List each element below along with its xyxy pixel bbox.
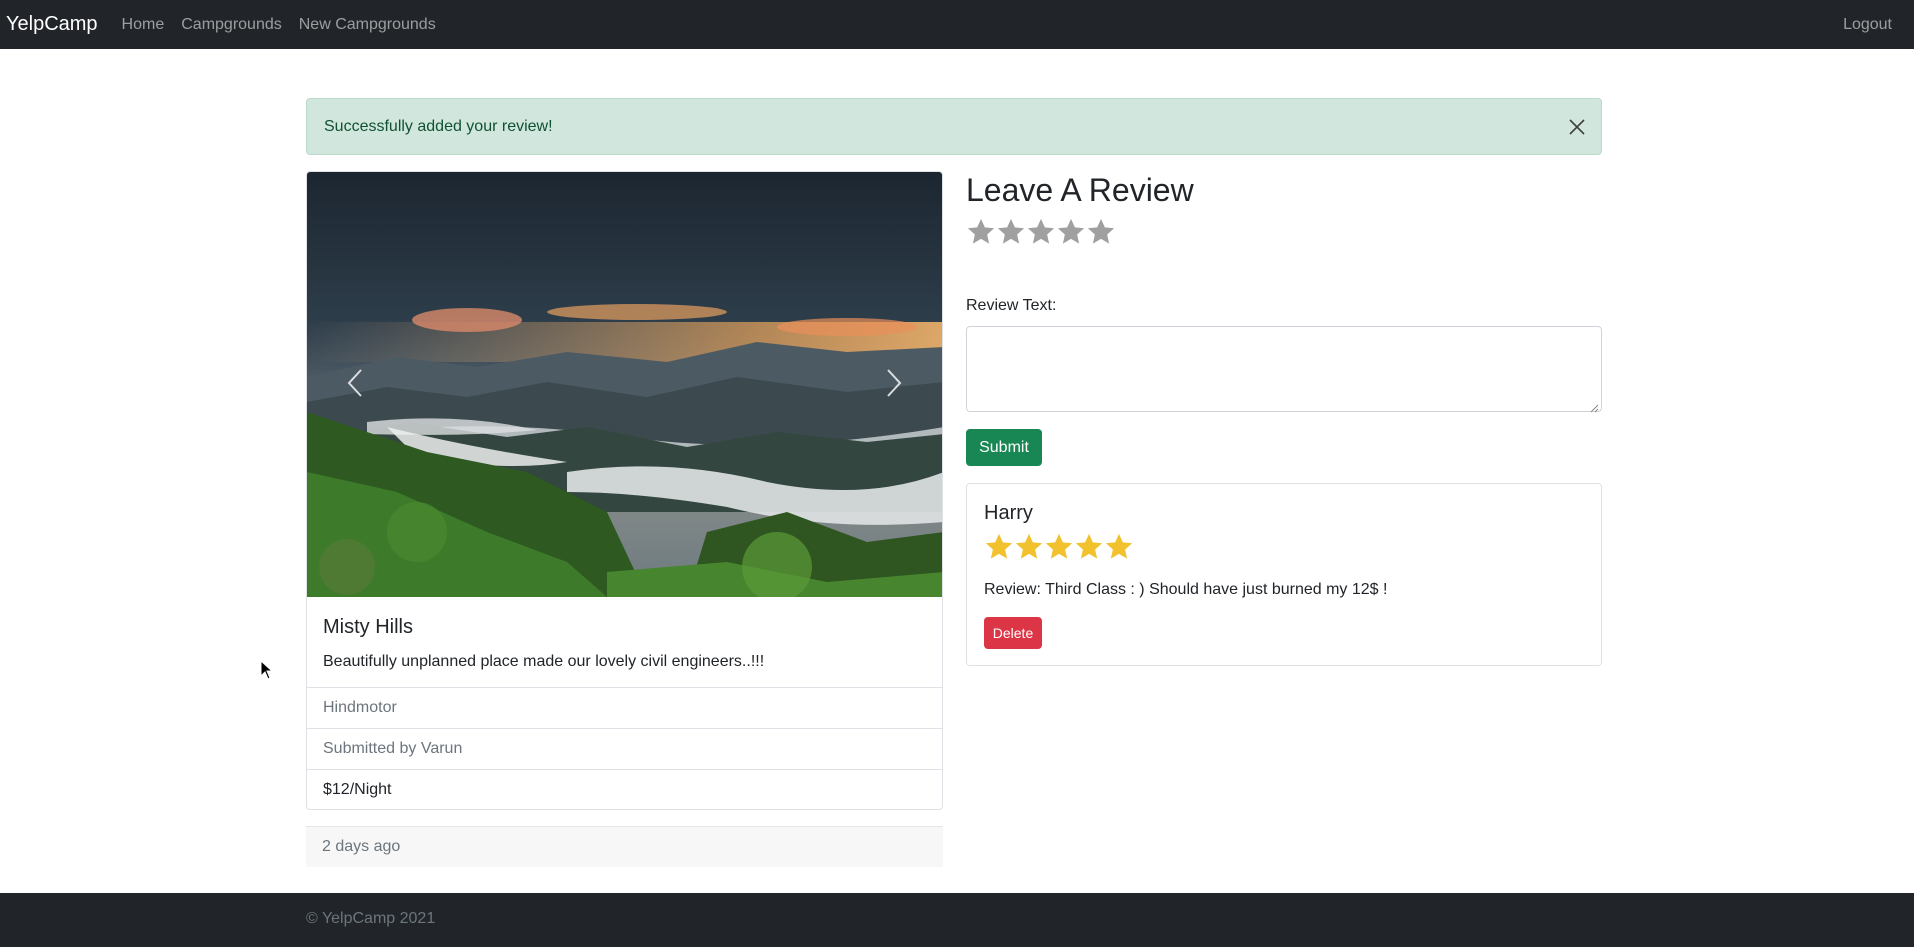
carousel-prev-button[interactable] (335, 357, 375, 409)
campground-author: Submitted by Varun (307, 728, 942, 769)
star-icon[interactable] (996, 217, 1026, 247)
review-text-input[interactable] (966, 326, 1602, 413)
star-icon[interactable] (1056, 217, 1086, 247)
alert-message: Successfully added your review! (324, 117, 553, 135)
card-footer: 2 days ago (306, 826, 943, 867)
star-filled-icon (1104, 532, 1134, 562)
close-icon[interactable] (1567, 117, 1587, 137)
star-filled-icon (1014, 532, 1044, 562)
footer-copyright: © YelpCamp 2021 (306, 910, 436, 927)
navbar: YelpCamp Home Campgrounds New Campground… (0, 0, 1914, 49)
review-text-label: Review Text: (966, 297, 1057, 314)
chevron-left-icon (346, 368, 364, 398)
star-icon[interactable] (1026, 217, 1056, 247)
review-body: Review: Third Class : ) Should have just… (984, 581, 1388, 598)
logout-link[interactable]: Logout (1843, 16, 1892, 34)
campground-photo (307, 172, 942, 597)
success-alert: Successfully added your review! (306, 98, 1602, 155)
rating-input[interactable] (966, 217, 1116, 247)
star-filled-icon (1044, 532, 1074, 562)
brand-link[interactable]: YelpCamp (6, 13, 98, 36)
star-filled-icon (984, 532, 1014, 562)
campground-title: Misty Hills (323, 616, 413, 638)
review-card: Harry Review: Third Class : ) Should hav… (966, 483, 1602, 666)
campground-price: $12/Night (307, 769, 942, 809)
nav-link-home[interactable]: Home (122, 16, 165, 34)
card-body: Misty Hills Beautifully unplanned place … (307, 597, 942, 687)
campground-location: Hindmotor (307, 687, 942, 728)
campground-description: Beautifully unplanned place made our lov… (323, 653, 765, 670)
resize-grip-icon[interactable] (1590, 400, 1599, 413)
nav-link-new-campgrounds[interactable]: New Campgrounds (299, 16, 436, 34)
nav-link-campgrounds[interactable]: Campgrounds (181, 16, 282, 34)
review-rating (984, 532, 1134, 562)
page-footer: © YelpCamp 2021 (0, 893, 1914, 947)
campground-card: Misty Hills Beautifully unplanned place … (306, 171, 943, 810)
review-heading: Leave A Review (966, 172, 1194, 208)
delete-review-button[interactable]: Delete (984, 617, 1042, 649)
carousel-next-button[interactable] (874, 357, 914, 409)
star-icon[interactable] (966, 217, 996, 247)
review-author: Harry (984, 502, 1033, 524)
chevron-right-icon (885, 368, 903, 398)
star-icon[interactable] (1086, 217, 1116, 247)
submit-button[interactable]: Submit (966, 429, 1042, 466)
star-filled-icon (1074, 532, 1104, 562)
mouse-cursor-icon (260, 659, 274, 680)
